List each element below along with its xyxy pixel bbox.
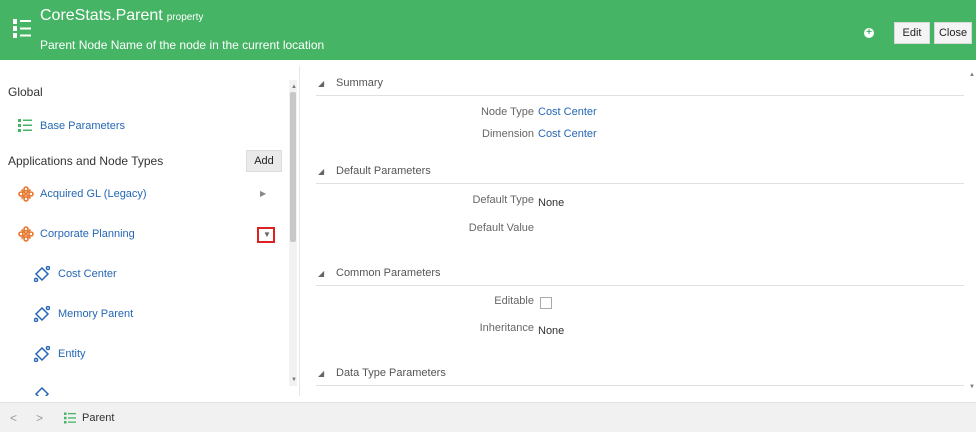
summary-section-header[interactable]: ◢ Summary [316,74,964,96]
collapse-triangle-icon: ◢ [318,79,325,88]
back-arrow-icon[interactable]: < [10,411,17,425]
base-parameters-label: Base Parameters [40,120,125,132]
app-icon [18,226,34,242]
common-parameters-section-label: Common Parameters [336,267,441,279]
collapse-dropdown-button[interactable]: ▼ [257,227,275,243]
node-type-label: Node Type [480,106,534,118]
global-section-label: Global [8,85,43,99]
data-type-parameters-section-header[interactable]: ◢ Data Type Parameters [316,364,964,386]
page-subtitle: Parent Node Name of the node in the curr… [40,38,325,52]
left-panel: Global Base Parameters Applications and … [0,66,300,396]
forward-arrow-icon[interactable]: > [36,411,43,425]
collapse-triangle-icon: ◢ [318,167,325,176]
node-type-icon [34,306,50,322]
properties-list-icon [12,18,32,40]
page-title: CoreStats.Parent property [40,7,203,25]
default-type-label: Default Type [472,194,534,206]
properties-panel: ◢ Summary Node Type Cost Center Dimensio… [310,66,976,396]
applications-section-label: Applications and Node Types [8,154,164,168]
page-title-suffix: property [166,12,204,23]
node-type-icon [34,266,50,282]
default-parameters-section-label: Default Parameters [336,165,431,177]
editable-checkbox[interactable] [540,297,552,309]
default-type-value: None [538,197,565,209]
scroll-up-icon[interactable]: ▲ [969,72,975,78]
expand-right-icon[interactable]: ▶ [260,189,266,198]
app-item-label: Acquired GL (Legacy) [40,188,147,200]
edit-button[interactable]: Edit [894,22,930,44]
scroll-up-icon[interactable]: ▲ [291,84,297,90]
summary-section-label: Summary [336,77,384,89]
close-button[interactable]: Close [934,22,972,44]
node-type-label: Memory Parent [58,308,134,320]
properties-list-icon [64,412,76,424]
left-panel-scroll-thumb[interactable] [290,92,296,242]
node-type-label: Cost Center [58,268,117,280]
app-item-label: Corporate Planning [40,228,135,240]
common-parameters-section-header[interactable]: ◢ Common Parameters [316,264,964,286]
default-value-label: Default Value [468,222,534,234]
page-title-text: CoreStats.Parent [40,7,163,24]
data-type-parameters-section-label: Data Type Parameters [336,367,446,379]
tab-parent[interactable]: Parent [82,412,114,424]
scroll-down-icon[interactable]: ▼ [291,377,297,383]
default-parameters-section-header[interactable]: ◢ Default Parameters [316,162,964,184]
add-icon[interactable]: + [864,28,874,38]
node-type-icon [34,386,50,396]
chevron-down-icon: ▼ [263,230,271,239]
right-panel-scrollbar[interactable] [968,72,974,392]
app-icon [18,186,34,202]
dimension-value-link[interactable]: Cost Center [538,128,597,140]
left-panel-scrollbar[interactable] [289,80,297,386]
collapse-triangle-icon: ◢ [318,269,325,278]
collapse-triangle-icon: ◢ [318,369,325,378]
node-type-value-link[interactable]: Cost Center [538,106,597,118]
add-button[interactable]: Add [246,150,282,172]
editable-label: Editable [494,295,534,307]
scroll-down-icon[interactable]: ▼ [969,384,975,390]
dimension-label: Dimension [482,128,534,140]
properties-list-icon [18,119,32,132]
footer-tab-bar: < > Parent [0,402,976,432]
page-header: CoreStats.Parent property Parent Node Nam… [0,0,976,60]
inheritance-label: Inheritance [479,322,534,334]
node-type-label: Entity [58,348,86,360]
inheritance-value: None [538,325,565,337]
node-type-icon [34,346,50,362]
